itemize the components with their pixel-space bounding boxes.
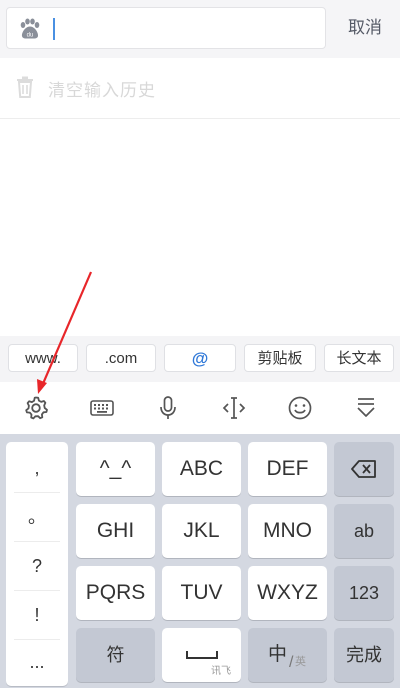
search-input[interactable]: du bbox=[6, 7, 326, 49]
microphone-icon[interactable] bbox=[154, 394, 182, 422]
hide-keyboard-icon[interactable] bbox=[352, 394, 380, 422]
cursor-move-icon[interactable] bbox=[220, 394, 248, 422]
space-icon bbox=[186, 651, 218, 659]
key-wxyz[interactable]: WXYZ bbox=[248, 566, 327, 620]
t9-keyboard: , 。 ? ! ... ^_^ ABC DEF GHI JKL MNO ab P… bbox=[0, 434, 400, 688]
chip-long-text[interactable]: 长文本 bbox=[324, 344, 394, 372]
keyboard-icon[interactable] bbox=[88, 394, 116, 422]
search-bar: du 取消 bbox=[0, 0, 400, 58]
backspace-button[interactable] bbox=[334, 442, 394, 496]
done-button[interactable]: 完成 bbox=[334, 628, 394, 682]
punct-question[interactable]: ? bbox=[6, 542, 68, 590]
keyboard-toolbar bbox=[0, 382, 400, 434]
key-abc[interactable]: ABC bbox=[162, 442, 241, 496]
key-symbols[interactable]: 符 bbox=[76, 628, 155, 682]
key-ghi[interactable]: GHI bbox=[76, 504, 155, 558]
space-brand-label: 讯飞 bbox=[211, 666, 231, 677]
gear-icon[interactable] bbox=[22, 394, 50, 422]
punct-period[interactable]: 。 bbox=[6, 493, 68, 541]
baidu-paw-icon: du bbox=[20, 18, 40, 39]
key-123[interactable]: 123 bbox=[334, 566, 394, 620]
punct-comma[interactable]: , bbox=[6, 444, 68, 492]
lang-alt-label: 英 bbox=[295, 656, 306, 668]
key-tuv[interactable]: TUV bbox=[162, 566, 241, 620]
svg-text:du: du bbox=[27, 33, 34, 39]
clear-history-label: 清空输入历史 bbox=[48, 81, 156, 100]
clear-history-row[interactable]: 清空输入历史 bbox=[0, 58, 400, 119]
key-jkl[interactable]: JKL bbox=[162, 504, 241, 558]
punct-exclaim[interactable]: ! bbox=[6, 591, 68, 639]
chip-www[interactable]: www. bbox=[8, 344, 78, 372]
trash-icon bbox=[17, 76, 33, 98]
chip-at[interactable]: @ bbox=[164, 344, 236, 372]
language-toggle-key[interactable]: 中 / 英 bbox=[248, 628, 327, 682]
text-cursor bbox=[53, 18, 55, 40]
quick-input-bar: www. .com @ 剪贴板 长文本 bbox=[0, 336, 400, 382]
chip-dotcom[interactable]: .com bbox=[86, 344, 156, 372]
key-ab[interactable]: ab bbox=[334, 504, 394, 558]
space-key[interactable]: 讯飞 bbox=[162, 628, 241, 682]
key-mno[interactable]: MNO bbox=[248, 504, 327, 558]
lang-slash: / bbox=[289, 654, 294, 671]
emoji-icon[interactable] bbox=[286, 394, 314, 422]
punctuation-column[interactable]: , 。 ? ! ... bbox=[6, 442, 68, 686]
backspace-icon bbox=[351, 460, 376, 478]
chip-clipboard[interactable]: 剪贴板 bbox=[244, 344, 316, 372]
key-def[interactable]: DEF bbox=[248, 442, 327, 496]
lang-primary-label: 中 bbox=[268, 644, 288, 665]
key-pqrs[interactable]: PQRS bbox=[76, 566, 155, 620]
punct-ellipsis[interactable]: ... bbox=[6, 638, 68, 686]
cancel-button[interactable]: 取消 bbox=[335, 7, 395, 49]
key-emoticon[interactable]: ^_^ bbox=[76, 442, 155, 496]
